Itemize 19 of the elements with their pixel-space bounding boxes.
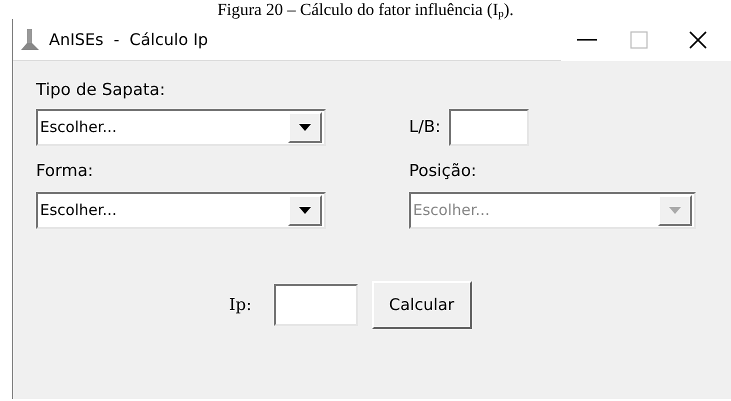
field-label: Forma: bbox=[36, 160, 94, 182]
close-icon bbox=[688, 30, 708, 50]
field-label: Ip: bbox=[229, 294, 252, 316]
calcular-button[interactable]: Calcular bbox=[372, 281, 472, 329]
dropdown[interactable]: Escolher... bbox=[36, 109, 326, 146]
input-field[interactable] bbox=[448, 109, 529, 146]
figure-caption: Figura 20 – Cálculo do fator influência (I$_{p}$). bbox=[216, 0, 515, 19]
window-title: AnISEs - Cálculo Ip bbox=[49, 28, 208, 50]
field-label: Tipo de Sapata: bbox=[36, 79, 166, 101]
caret-icon bbox=[299, 124, 311, 131]
input-field[interactable] bbox=[274, 284, 358, 326]
caret-icon bbox=[299, 207, 311, 214]
pedestal-icon bbox=[19, 28, 41, 52]
caret-icon bbox=[669, 207, 681, 214]
field-label: Posição: bbox=[409, 160, 478, 182]
field-label: L/B: bbox=[409, 116, 441, 138]
dropdown[interactable]: Escolher... bbox=[36, 192, 326, 229]
maximize-icon bbox=[630, 30, 648, 48]
minimize-icon bbox=[577, 38, 597, 42]
